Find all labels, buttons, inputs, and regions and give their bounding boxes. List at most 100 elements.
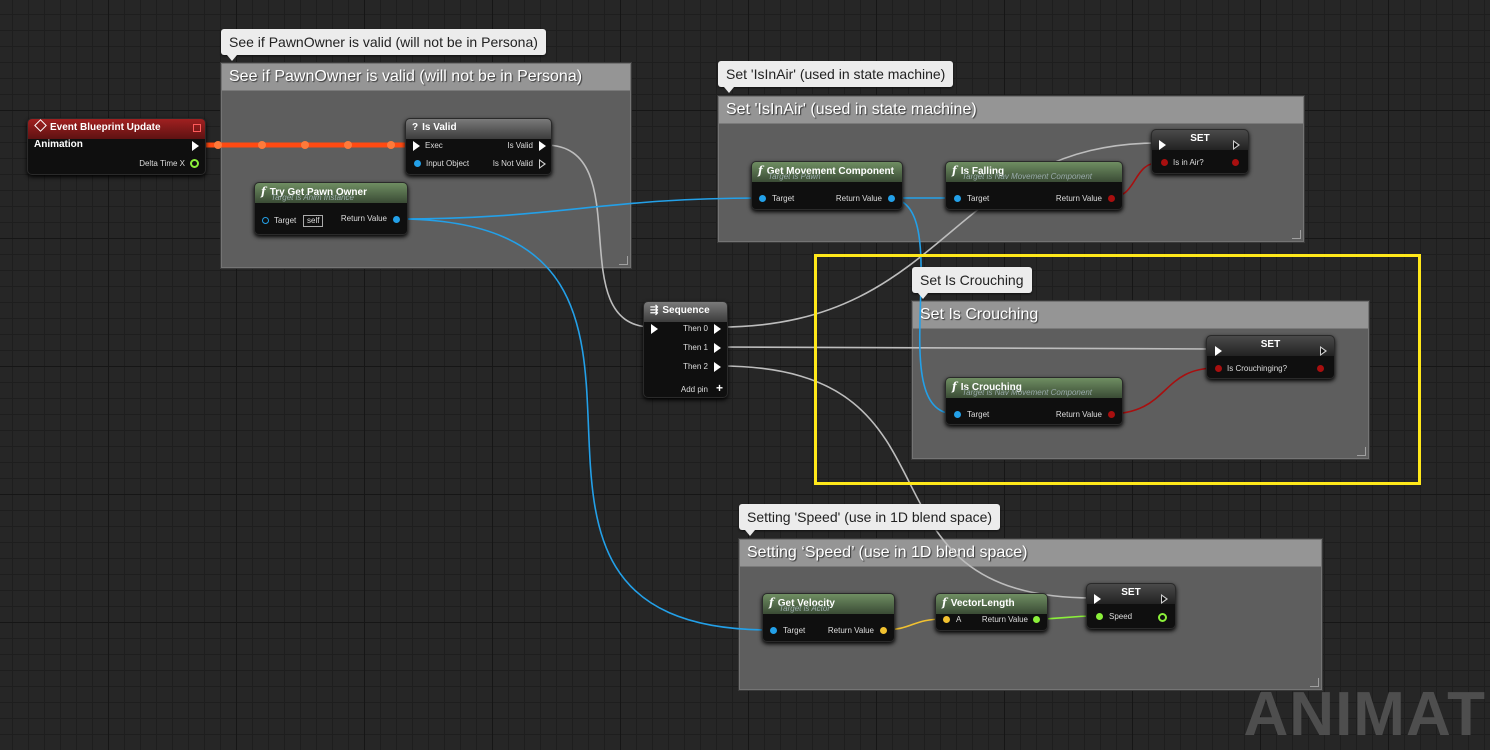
node-try-get-pawn-owner[interactable]: f Try Get Pawn Owner Target is Anim Insta… <box>254 182 408 235</box>
node-event-update-animation[interactable]: Event Blueprint Update Animation Delta T… <box>27 118 206 175</box>
node-get-movement-component[interactable]: f Get Movement Component Target is Pawn T… <box>751 161 903 210</box>
node-is-valid[interactable]: ? Is Valid Exec Is Valid Input Object Is … <box>405 118 552 175</box>
then-0-pin[interactable] <box>714 324 721 334</box>
is-in-air-out-pin[interactable] <box>1232 159 1239 166</box>
is-in-air-label: Is in Air? <box>1173 158 1204 167</box>
node-title: SET <box>1260 339 1281 350</box>
delegate-pin-icon[interactable] <box>193 124 201 132</box>
comment-title: Set 'IsInAir' (used in state machine) <box>719 97 1303 124</box>
resize-handle[interactable] <box>1357 447 1366 456</box>
add-pin-button[interactable]: Add pin <box>681 385 708 395</box>
exec-in-pin[interactable] <box>413 141 420 151</box>
then-2-pin[interactable] <box>714 362 721 372</box>
return-value-pin[interactable] <box>1108 411 1115 418</box>
node-header: SET <box>1207 336 1334 356</box>
return-value-label: Return Value <box>981 615 1028 624</box>
resize-handle[interactable] <box>1292 230 1301 239</box>
target-label: Target <box>967 194 990 203</box>
exec-out-pin[interactable] <box>192 141 199 151</box>
node-is-crouching[interactable]: f Is Crouching Target is Nav Movement Com… <box>945 377 1123 425</box>
is-crouching-out-pin[interactable] <box>1317 365 1324 372</box>
node-set-is-crouching[interactable]: SET Is Crouchinging? <box>1206 335 1335 379</box>
a-pin[interactable] <box>943 616 950 623</box>
exec-out-pin[interactable] <box>1161 594 1168 604</box>
event-icon <box>34 119 47 132</box>
then-0-label: Then 0 <box>683 324 708 333</box>
target-label: Target <box>772 194 795 203</box>
is-not-valid-exec-pin[interactable] <box>539 159 546 169</box>
return-value-pin[interactable] <box>1033 616 1040 623</box>
comment-bubble-speed: Setting 'Speed' (use in 1D blend space) <box>739 504 1001 536</box>
node-header: Event Blueprint Update Animation <box>28 119 205 150</box>
function-icon: f <box>952 380 957 393</box>
then-2-label: Then 2 <box>683 362 708 371</box>
node-subtitle: Target is Anim Instance <box>271 193 355 202</box>
return-value-pin[interactable] <box>393 216 400 223</box>
delta-time-label: Delta Time X <box>139 159 185 168</box>
target-pin[interactable] <box>770 627 777 634</box>
target-label: Target <box>783 626 806 635</box>
node-subtitle: Target is Nav Movement Component <box>962 172 1092 181</box>
target-pin[interactable] <box>954 411 961 418</box>
target-label: Target <box>967 410 990 419</box>
speed-pin[interactable] <box>1096 613 1103 620</box>
node-set-speed[interactable]: SET Speed <box>1086 583 1176 629</box>
node-vector-length[interactable]: f VectorLength A Return Value <box>935 593 1048 631</box>
node-header: f Is Crouching Target is Nav Movement Com… <box>946 378 1122 398</box>
then-1-pin[interactable] <box>714 343 721 353</box>
target-pin[interactable] <box>954 195 961 202</box>
function-icon: f <box>758 164 763 177</box>
function-icon: f <box>952 164 957 177</box>
a-label: A <box>956 615 962 624</box>
node-header: f Is Falling Target is Nav Movement Compo… <box>946 162 1122 182</box>
is-in-air-pin[interactable] <box>1161 159 1168 166</box>
is-not-valid-label: Is Not Valid <box>492 159 533 168</box>
exec-in-pin[interactable] <box>1215 346 1222 356</box>
input-object-pin[interactable] <box>414 160 421 167</box>
exec-in-pin[interactable] <box>1159 140 1166 150</box>
return-value-label: Return Value <box>835 194 882 203</box>
sequence-icon: ⇶ <box>650 305 659 316</box>
exec-in-pin[interactable] <box>651 324 658 334</box>
target-pin[interactable] <box>759 195 766 202</box>
node-set-is-in-air[interactable]: SET Is in Air? <box>1151 129 1249 174</box>
resize-handle[interactable] <box>619 256 628 265</box>
return-value-pin[interactable] <box>1108 195 1115 202</box>
node-header: f VectorLength <box>936 594 1047 614</box>
delta-time-pin[interactable] <box>190 159 199 168</box>
node-title: Event Blueprint Update Animation <box>34 122 161 150</box>
exec-in-pin[interactable] <box>1094 594 1101 604</box>
comment-title: See if PawnOwner is valid (will not be i… <box>222 64 630 91</box>
return-value-pin[interactable] <box>880 627 887 634</box>
node-title: SET <box>1190 133 1210 144</box>
function-icon: f <box>261 185 266 198</box>
self-default-value[interactable]: self <box>303 215 324 227</box>
return-value-label: Return Value <box>1055 194 1102 203</box>
node-header: ⇶ Sequence <box>644 302 727 322</box>
comment-bubble-pawn-valid: See if PawnOwner is valid (will not be i… <box>221 29 546 61</box>
return-value-pin[interactable] <box>888 195 895 202</box>
node-sequence[interactable]: ⇶ Sequence Then 0 Then 1 Then 2 Add pin + <box>643 301 728 398</box>
node-get-velocity[interactable]: f Get Velocity Target is Actor Target Ret… <box>762 593 895 642</box>
is-crouching-label: Is Crouchinging? <box>1227 364 1288 373</box>
speed-out-pin[interactable] <box>1158 613 1167 622</box>
comment-bubble-is-in-air: Set 'IsInAir' (used in state machine) <box>718 61 954 93</box>
return-value-label: Return Value <box>340 214 387 223</box>
node-title: Sequence <box>662 305 710 316</box>
function-icon: f <box>942 596 947 609</box>
exec-label: Exec <box>425 141 443 150</box>
exec-out-pin[interactable] <box>1320 346 1327 356</box>
is-crouching-pin[interactable] <box>1215 365 1222 372</box>
comment-title: Set Is Crouching <box>913 302 1368 329</box>
speed-label: Speed <box>1109 612 1133 621</box>
return-value-label: Return Value <box>1055 410 1102 419</box>
is-valid-exec-pin[interactable] <box>539 141 546 151</box>
exec-out-pin[interactable] <box>1233 140 1240 150</box>
comment-title: Setting ‘Speed’ (use in 1D blend space) <box>740 540 1321 567</box>
node-is-falling[interactable]: f Is Falling Target is Nav Movement Compo… <box>945 161 1123 210</box>
then-1-label: Then 1 <box>683 343 708 352</box>
node-header: f Get Movement Component Target is Pawn <box>752 162 902 182</box>
target-pin[interactable] <box>262 217 269 224</box>
plus-icon[interactable]: + <box>716 382 723 394</box>
node-title: VectorLength <box>950 598 1015 609</box>
